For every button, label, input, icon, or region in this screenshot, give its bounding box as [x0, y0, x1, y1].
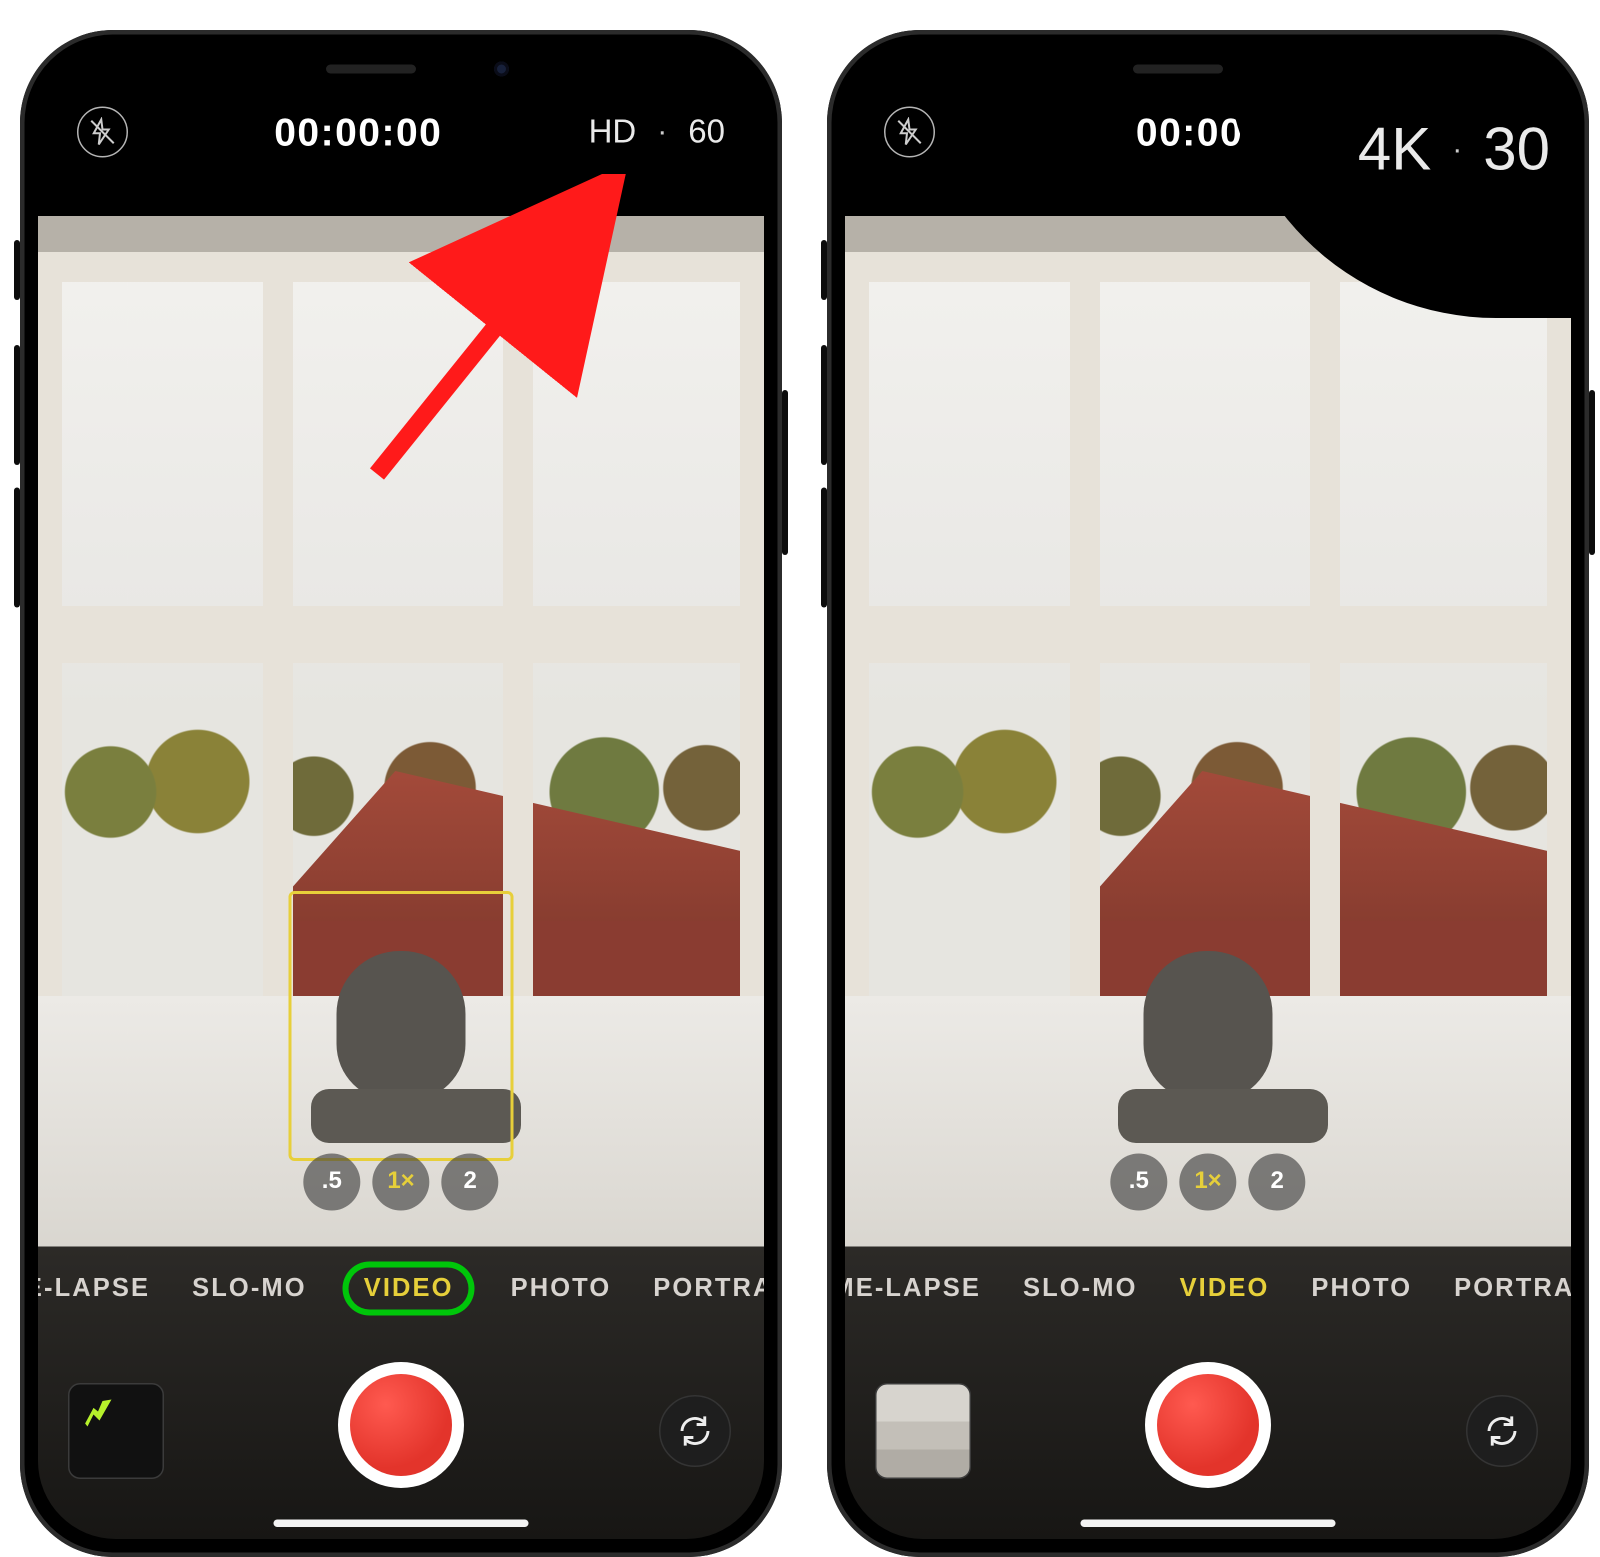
flash-off-icon [88, 117, 118, 147]
last-capture-thumbnail[interactable] [68, 1383, 164, 1479]
flash-toggle[interactable] [884, 107, 935, 158]
mode-video[interactable]: VIDEO [349, 1268, 469, 1310]
resolution-label[interactable]: 4K [1358, 117, 1431, 185]
mode-timelapse[interactable]: ME-LAPSE [845, 1274, 981, 1304]
bottom-controls: ME-LAPSE SLO-MO VIDEO PHOTO PORTRAI [845, 1247, 1571, 1540]
phone-right: 00:00:00 4K · 30 [827, 30, 1589, 1557]
mode-slomo[interactable]: SLO-MO [1023, 1274, 1138, 1304]
zoom-2x[interactable]: 2 [1249, 1154, 1306, 1211]
resolution-label[interactable]: HD [589, 113, 637, 152]
subject-buddha [1118, 951, 1298, 1161]
record-button[interactable] [338, 1362, 464, 1488]
flip-camera-icon [676, 1412, 715, 1451]
record-timer: 00:00:00 [274, 109, 442, 156]
mode-timelapse[interactable]: ME-LAPSE [38, 1274, 150, 1304]
home-indicator[interactable] [274, 1520, 529, 1528]
mode-slomo[interactable]: SLO-MO [192, 1274, 307, 1304]
record-button[interactable] [1145, 1362, 1271, 1488]
phone-left: 00:00:00 HD · 60 [20, 30, 782, 1557]
last-capture-thumbnail[interactable] [875, 1383, 971, 1479]
zoom-1x[interactable]: 1× [372, 1154, 429, 1211]
camera-flip-button[interactable] [1466, 1395, 1538, 1467]
annotation-arrow [347, 174, 647, 504]
mode-portrait[interactable]: PORTRAIT [653, 1274, 764, 1304]
mode-photo[interactable]: PHOTO [1311, 1274, 1412, 1304]
mode-photo[interactable]: PHOTO [511, 1274, 612, 1304]
zoom-controls[interactable]: .5 1× 2 [1110, 1154, 1305, 1211]
fps-label[interactable]: 60 [688, 113, 725, 152]
fps-label[interactable]: 30 [1483, 117, 1550, 185]
notch [244, 48, 559, 90]
mode-selector[interactable]: ME-LAPSE SLO-MO VIDEO PHOTO PORTRAI [845, 1262, 1571, 1316]
zoom-0-5x[interactable]: .5 [1110, 1154, 1167, 1211]
zoom-1x[interactable]: 1× [1179, 1154, 1236, 1211]
mode-video[interactable]: VIDEO [1180, 1274, 1270, 1304]
zoom-2x[interactable]: 2 [442, 1154, 499, 1211]
camera-flip-button[interactable] [659, 1395, 731, 1467]
camera-app: 00:00:00 4K · 30 [845, 48, 1571, 1539]
flip-camera-icon [1483, 1412, 1522, 1451]
resolution-fps-selector[interactable]: HD · 60 [589, 113, 725, 152]
resolution-fps-selector[interactable]: 4K · 30 [1358, 117, 1550, 185]
separator-dot: · [1452, 134, 1462, 169]
viewfinder[interactable]: .5 1× 2 [845, 216, 1571, 1247]
separator-dot: · [657, 115, 667, 150]
mode-portrait[interactable]: PORTRAI [1454, 1274, 1571, 1304]
bottom-controls: ME-LAPSE SLO-MO VIDEO PHOTO PORTRAIT [38, 1247, 764, 1540]
zoom-0-5x[interactable]: .5 [303, 1154, 360, 1211]
focus-indicator [289, 891, 514, 1161]
home-indicator[interactable] [1081, 1520, 1336, 1528]
flash-off-icon [895, 117, 925, 147]
mode-selector[interactable]: ME-LAPSE SLO-MO VIDEO PHOTO PORTRAIT [38, 1262, 764, 1316]
zoom-controls[interactable]: .5 1× 2 [303, 1154, 498, 1211]
flash-toggle[interactable] [77, 107, 128, 158]
